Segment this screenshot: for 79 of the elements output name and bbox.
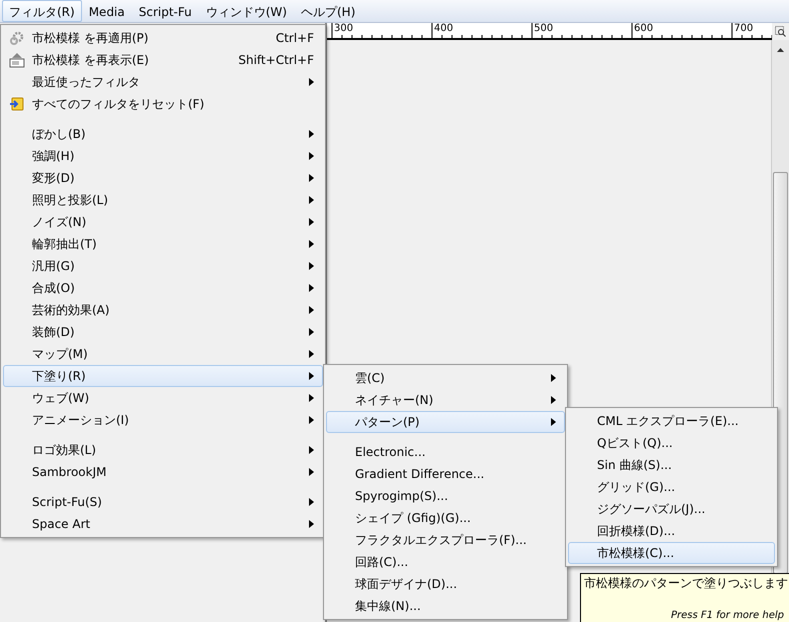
menu-item[interactable]: フラクタルエクスプローラ(F)... xyxy=(326,529,565,551)
menu-item[interactable]: シェイプ (Gfig)(G)... xyxy=(326,507,565,529)
menu-item[interactable]: 下塗り(R) xyxy=(3,365,323,387)
submenu-arrow-icon xyxy=(309,468,314,476)
menu-bar-item[interactable]: ヘルプ(H) xyxy=(294,0,362,22)
menu-item[interactable]: Gradient Difference... xyxy=(326,463,565,485)
menu-item[interactable]: 市松模様 を再表示(E) Shift+Ctrl+F xyxy=(3,49,323,71)
menu-item[interactable]: 最近使ったフィルタ xyxy=(3,71,323,93)
menu-item[interactable]: ネイチャー(N) xyxy=(326,389,565,411)
menu-item[interactable]: Script-Fu(S) xyxy=(3,491,323,513)
menu-item[interactable]: 芸術的効果(A) xyxy=(3,299,323,321)
menu-item[interactable]: 市松模様(C)... xyxy=(568,542,775,564)
menu-item[interactable]: 汎用(G) xyxy=(3,255,323,277)
submenu-arrow-icon xyxy=(309,372,314,380)
menu-item[interactable]: Space Art xyxy=(3,513,323,535)
menu-item[interactable]: 集中線(N)... xyxy=(326,595,565,617)
submenu-arrow-icon xyxy=(309,520,314,528)
ruler-label: 300 xyxy=(334,23,354,35)
menu-item[interactable]: 変形(D) xyxy=(3,167,323,189)
menu-item[interactable]: Spyrogimp(S)... xyxy=(326,485,565,507)
submenu-arrow-icon xyxy=(309,218,314,226)
submenu-arrow-icon xyxy=(309,196,314,204)
submenu-arrow-icon xyxy=(309,262,314,270)
submenu-arrow-icon xyxy=(309,240,314,248)
gear-icon xyxy=(9,30,25,46)
menu-item[interactable]: 回路(C)... xyxy=(326,551,565,573)
ruler-label: 600 xyxy=(634,23,654,35)
submenu-arrow-icon xyxy=(551,396,556,404)
submenu-arrow-icon xyxy=(309,130,314,138)
submenu-arrow-icon xyxy=(551,418,556,426)
submenu-arrow-icon xyxy=(309,78,314,86)
menu-item[interactable]: 輪郭抽出(T) xyxy=(3,233,323,255)
menu-item[interactable]: Electronic... xyxy=(326,441,565,463)
menu-item[interactable]: すべてのフィルタをリセット(F) xyxy=(3,93,323,115)
ruler-label: 400 xyxy=(434,23,454,35)
ruler-label: 500 xyxy=(534,23,554,35)
submenu-arrow-icon xyxy=(309,152,314,160)
menu-bar-item[interactable]: フィルタ(R) xyxy=(2,0,82,22)
ruler-label: 700 xyxy=(734,23,754,35)
submenu-arrow-icon xyxy=(309,394,314,402)
menu-item[interactable]: 照明と投影(L) xyxy=(3,189,323,211)
submenu-arrow-icon xyxy=(309,284,314,292)
submenu-arrow-icon xyxy=(551,374,556,382)
submenu-arrow-icon xyxy=(309,328,314,336)
menu-item[interactable]: CML エクスプローラ(E)... xyxy=(568,410,775,432)
menu-item[interactable]: パターン(P) xyxy=(326,411,565,433)
menu-bar-item[interactable]: ウィンドウ(W) xyxy=(198,0,294,22)
menu-bar-item[interactable]: Media xyxy=(82,0,132,22)
submenu-arrow-icon xyxy=(309,174,314,182)
submenu-arrow-icon xyxy=(309,306,314,314)
menu-item[interactable]: 雲(C) xyxy=(326,367,565,389)
menu-item[interactable]: SambrookJM xyxy=(3,461,323,483)
menu-item[interactable]: 回折模様(D)... xyxy=(568,520,775,542)
menu-item[interactable]: 合成(O) xyxy=(3,277,323,299)
menu-item[interactable]: ノイズ(N) xyxy=(3,211,323,233)
menu-item[interactable]: Qビスト(Q)... xyxy=(568,432,775,454)
submenu-arrow-icon xyxy=(309,498,314,506)
tooltip-text: 市松模様のパターンで塗りつぶします xyxy=(584,575,789,592)
menu-item[interactable]: ジグソーパズル(J)... xyxy=(568,498,775,520)
menu-item[interactable]: 市松模様 を再適用(P) Ctrl+F xyxy=(3,27,323,49)
menu-item[interactable]: 強調(H) xyxy=(3,145,323,167)
scroll-up-icon[interactable] xyxy=(777,48,784,52)
menu-item[interactable]: 球面デザイナ(D)... xyxy=(326,573,565,595)
menu-item[interactable]: マップ(M) xyxy=(3,343,323,365)
zoom-icon[interactable] xyxy=(775,26,786,37)
submenu-arrow-icon xyxy=(309,350,314,358)
menu-item[interactable]: 装飾(D) xyxy=(3,321,323,343)
reset-icon xyxy=(9,96,25,112)
tooltip-hint: Press F1 for more help xyxy=(670,610,785,622)
menu-item[interactable]: Sin 曲線(S)... xyxy=(568,454,775,476)
submenu-arrow-icon xyxy=(309,446,314,454)
menu-bar-item[interactable]: Script-Fu xyxy=(132,0,199,22)
menu-item[interactable]: ぼかし(B) xyxy=(3,123,323,145)
submenu-arrow-icon xyxy=(309,416,314,424)
menu-item[interactable]: グリッド(G)... xyxy=(568,476,775,498)
menu-item[interactable]: アニメーション(I) xyxy=(3,409,323,431)
counter-icon xyxy=(9,52,25,68)
menu-item[interactable]: ウェブ(W) xyxy=(3,387,323,409)
menu-item[interactable]: ロゴ効果(L) xyxy=(3,439,323,461)
